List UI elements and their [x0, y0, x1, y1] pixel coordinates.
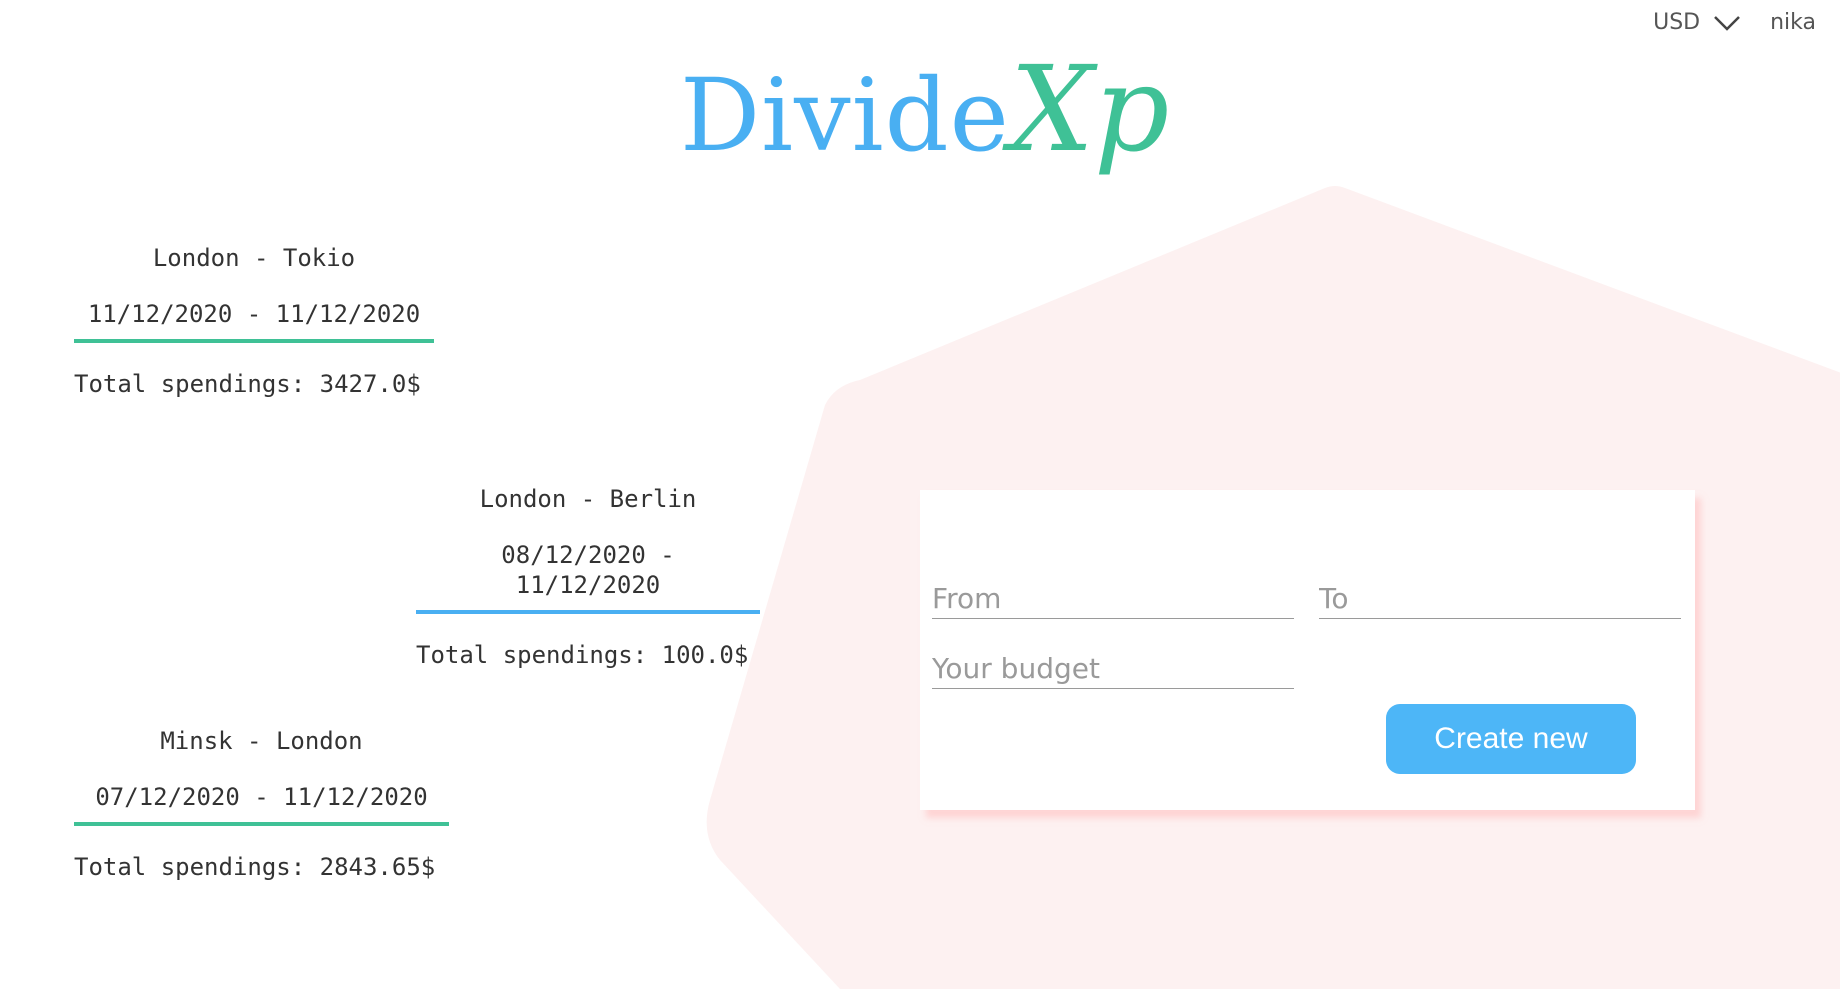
trip-route: London - Berlin	[479, 485, 697, 513]
to-field	[1319, 578, 1681, 619]
trip-route: London - Tokio	[152, 244, 356, 272]
trip-dates: 11/12/2020 - 11/12/2020	[87, 300, 421, 328]
trip-card[interactable]: Minsk - London 07/12/2020 - 11/12/2020 T…	[74, 726, 449, 882]
trip-underline	[74, 822, 449, 826]
username[interactable]: nika	[1770, 10, 1816, 35]
trip-dates: 08/12/2020 - 11/12/2020	[501, 541, 675, 599]
from-field	[932, 578, 1294, 619]
trip-route: Minsk - London	[160, 727, 363, 755]
trip-underline	[416, 610, 760, 614]
to-input[interactable]	[1319, 578, 1681, 618]
budget-input[interactable]	[932, 648, 1294, 688]
logo-divide-text: Divide	[680, 57, 1010, 174]
trip-underline	[74, 339, 434, 343]
from-input[interactable]	[932, 578, 1294, 618]
chevron-down-icon	[1714, 15, 1740, 31]
trip-card[interactable]: London - Berlin 08/12/2020 - 11/12/2020 …	[416, 484, 760, 670]
trip-dates: 07/12/2020 - 11/12/2020	[95, 783, 428, 811]
logo-xp-text: Xp	[1009, 40, 1170, 178]
currency-label: USD	[1653, 10, 1701, 35]
new-trip-form: Create new	[920, 490, 1695, 810]
app-logo: DivideXp	[680, 50, 1169, 168]
trip-total: Total spendings: 100.0$	[416, 641, 749, 669]
currency-selector[interactable]: USD	[1653, 10, 1742, 35]
trip-total: Total spendings: 2843.65$	[74, 853, 436, 881]
trip-card[interactable]: London - Tokio 11/12/2020 - 11/12/2020 T…	[74, 243, 434, 399]
top-bar: USD nika	[1653, 10, 1816, 35]
trip-total: Total spendings: 3427.0$	[74, 370, 421, 398]
budget-field	[932, 648, 1294, 689]
create-new-button[interactable]: Create new	[1386, 704, 1636, 774]
